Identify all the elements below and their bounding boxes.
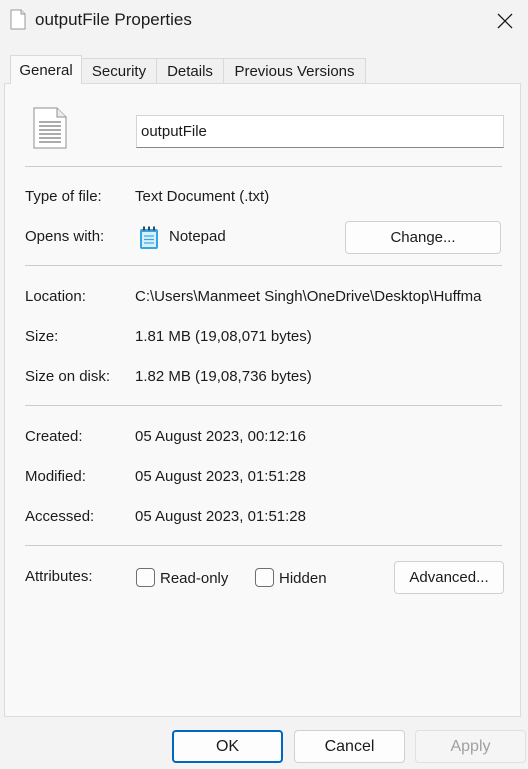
opens-with-value: Notepad bbox=[169, 228, 226, 245]
accessed-value: 05 August 2023, 01:51:28 bbox=[135, 508, 306, 525]
separator bbox=[25, 545, 502, 546]
size-on-disk-value: 1.82 MB (19,08,736 bytes) bbox=[135, 368, 312, 385]
created-label: Created: bbox=[25, 428, 83, 445]
title-bar: outputFile Properties bbox=[0, 0, 528, 42]
apply-button[interactable]: Apply bbox=[415, 730, 526, 763]
hidden-checkbox[interactable] bbox=[255, 568, 274, 587]
opens-with-label: Opens with: bbox=[25, 228, 105, 245]
notepad-icon bbox=[140, 226, 158, 249]
size-on-disk-label: Size on disk: bbox=[25, 368, 111, 385]
read-only-checkbox[interactable] bbox=[136, 568, 155, 587]
tab-general[interactable]: General bbox=[10, 55, 82, 84]
tab-details[interactable]: Details bbox=[156, 58, 224, 83]
size-label: Size: bbox=[25, 328, 59, 345]
type-of-file-value: Text Document (.txt) bbox=[135, 188, 270, 205]
document-icon bbox=[10, 9, 26, 30]
cancel-button[interactable]: Cancel bbox=[294, 730, 405, 763]
size-value: 1.81 MB (19,08,071 bytes) bbox=[135, 328, 312, 345]
window-title: outputFile Properties bbox=[35, 10, 192, 29]
tab-security[interactable]: Security bbox=[81, 58, 157, 83]
read-only-label: Read-only bbox=[160, 570, 229, 587]
attributes-label: Attributes: bbox=[25, 568, 93, 585]
general-panel: Type of file: Text Document (.txt) Opens… bbox=[4, 83, 521, 717]
type-of-file-label: Type of file: bbox=[25, 188, 102, 205]
advanced-button[interactable]: Advanced... bbox=[394, 561, 504, 594]
location-value: C:\Users\Manmeet Singh\OneDrive\Desktop\… bbox=[135, 288, 482, 305]
location-label: Location: bbox=[25, 288, 86, 305]
accessed-label: Accessed: bbox=[25, 508, 95, 525]
text-file-icon bbox=[33, 107, 67, 149]
modified-value: 05 August 2023, 01:51:28 bbox=[135, 468, 306, 485]
ok-button[interactable]: OK bbox=[172, 730, 283, 763]
modified-label: Modified: bbox=[25, 468, 86, 485]
separator bbox=[25, 166, 502, 167]
close-icon bbox=[497, 13, 513, 29]
created-value: 05 August 2023, 00:12:16 bbox=[135, 428, 306, 445]
tab-previous-versions[interactable]: Previous Versions bbox=[223, 58, 366, 83]
hidden-label: Hidden bbox=[279, 570, 327, 587]
separator bbox=[25, 405, 502, 406]
separator bbox=[25, 265, 502, 266]
close-button[interactable] bbox=[482, 0, 528, 42]
change-button[interactable]: Change... bbox=[345, 221, 501, 254]
file-name-input[interactable] bbox=[136, 115, 504, 148]
